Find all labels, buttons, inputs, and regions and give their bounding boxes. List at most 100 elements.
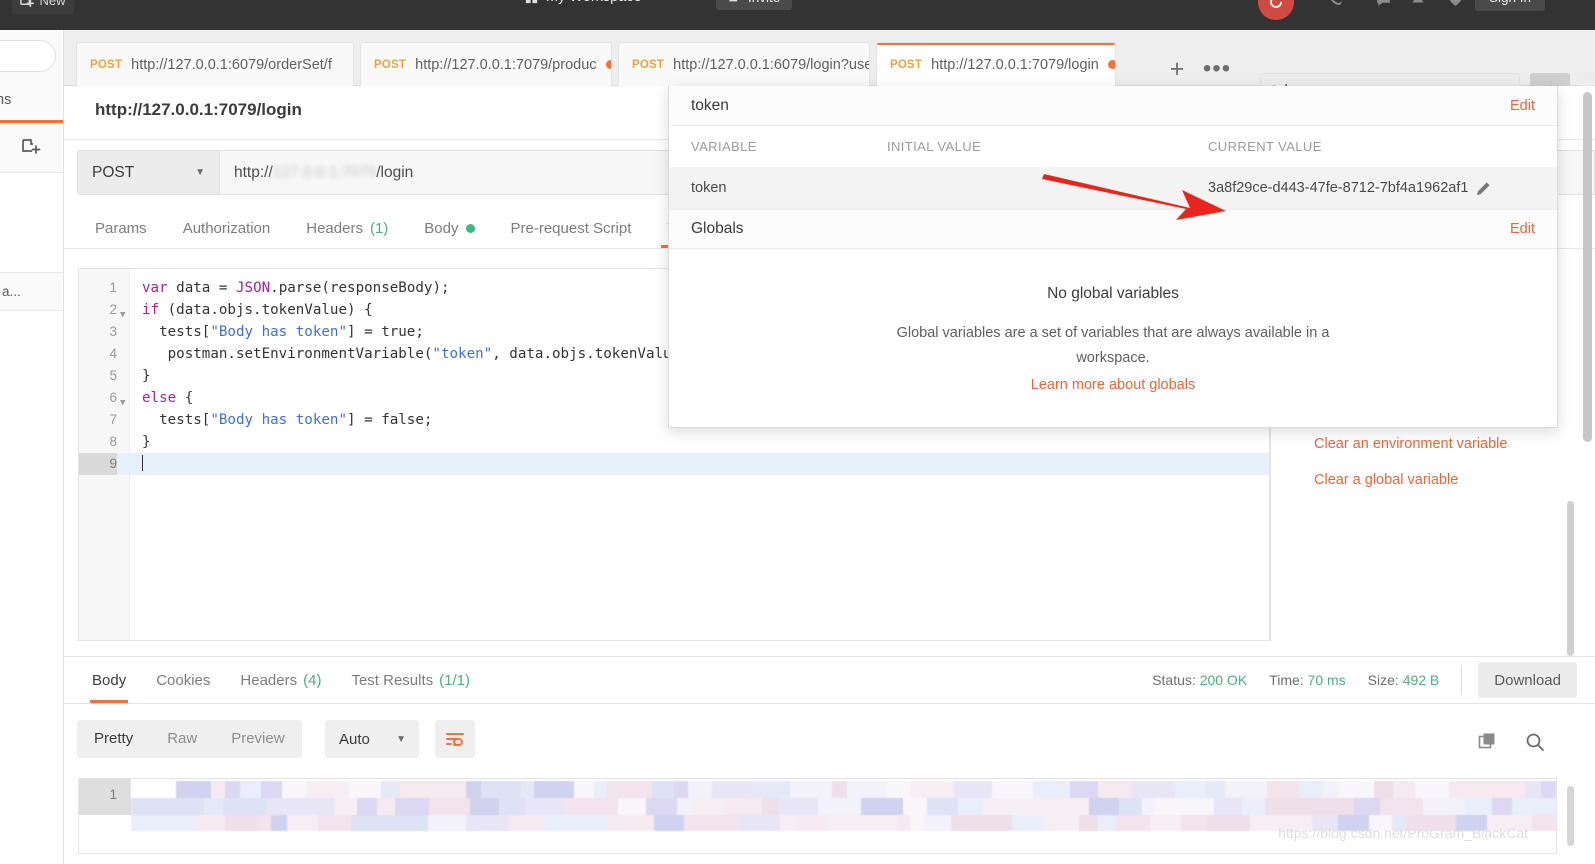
mosaic-cell: [847, 781, 888, 798]
text-cursor: [142, 455, 143, 471]
mosaic-cell: [596, 798, 618, 815]
mosaic-cell: [223, 798, 267, 815]
chevron-down-icon: ▼: [396, 733, 406, 745]
table-row[interactable]: token 3a8f29ce-d443-47fe-8712-7bf4a1962a…: [669, 167, 1557, 209]
globals-edit-link[interactable]: Edit: [1510, 221, 1535, 237]
heart-icon[interactable]: [1442, 0, 1468, 12]
phone-icon[interactable]: [1322, 0, 1348, 12]
response-tab-body[interactable]: Body: [77, 657, 141, 703]
response-body-scrollbar[interactable]: [1567, 786, 1574, 846]
response-body-viewer[interactable]: 1 { https://blog.csdn.net/ProGram_BlackC…: [78, 778, 1557, 854]
search-response-button[interactable]: [1525, 732, 1545, 757]
mosaic-cell: [499, 798, 526, 815]
mosaic-cell: [594, 781, 608, 798]
response-tab-headers[interactable]: Headers (4): [225, 657, 336, 703]
sync-icon[interactable]: [1258, 0, 1294, 20]
globals-header: Globals Edit: [669, 209, 1557, 249]
mosaic-cell: [1488, 781, 1525, 798]
http-method-select[interactable]: POST ▼: [77, 150, 220, 195]
unsaved-changes-dot: [1107, 60, 1115, 69]
mosaic-cell: [1044, 815, 1079, 831]
status-value: 200 OK: [1199, 672, 1248, 688]
request-tab-method: POST: [90, 58, 123, 71]
status-label: Status:: [1152, 672, 1196, 688]
mosaic-cell: [1354, 798, 1380, 815]
request-tab-url: http://127.0.0.1:6079/orderSet/f: [131, 56, 332, 73]
comment-icon[interactable]: [1370, 0, 1396, 12]
response-tab-test-results[interactable]: Test Results (1/1): [336, 657, 485, 703]
mosaic-cell: [1150, 815, 1182, 831]
view-mode-pretty[interactable]: Pretty: [77, 720, 150, 758]
mosaic-cell: [318, 815, 352, 831]
new-item-icon: [20, 0, 35, 7]
mosaic-cell: [1315, 798, 1355, 815]
mosaic-cell: [953, 781, 992, 798]
mosaic-cell: [149, 781, 176, 798]
edit-pencil-icon[interactable]: [1476, 181, 1491, 196]
new-folder-button[interactable]: [0, 123, 63, 173]
mosaic-cell: [429, 798, 470, 815]
download-button[interactable]: Download: [1478, 662, 1577, 698]
mosaic-cell: [543, 815, 581, 831]
mosaic-cell: [861, 798, 903, 815]
globals-empty-state: No global variables Global variables are…: [669, 249, 1557, 393]
copy-response-button[interactable]: [1478, 732, 1498, 757]
mosaic-cell: [1491, 798, 1512, 815]
globals-learn-more-link[interactable]: Learn more about globals: [669, 377, 1557, 393]
page-scrollbar-thumb[interactable]: [1583, 92, 1592, 442]
request-tab[interactable]: POST http://127.0.0.1:7079/produc: [360, 42, 612, 86]
mosaic-cell: [1141, 798, 1155, 815]
response-meta: Status: 200 OK Time: 70 ms Size: 492 B D…: [1152, 657, 1577, 703]
mosaic-cell: [203, 798, 224, 815]
request-subtab-headers[interactable]: Headers (1): [288, 208, 406, 248]
status-group: Status: 200 OK: [1152, 672, 1247, 688]
mosaic-cell: [434, 781, 466, 798]
environment-edit-link[interactable]: Edit: [1510, 98, 1535, 114]
response-format-select[interactable]: Auto ▼: [325, 720, 419, 758]
response-tab-label: Test Results: [351, 671, 434, 689]
word-wrap-button[interactable]: [435, 720, 475, 758]
snippets-scrollbar[interactable]: [1567, 501, 1574, 656]
request-subtab-authorization[interactable]: Authorization: [165, 208, 289, 248]
mosaic-cell: [428, 815, 467, 831]
view-mode-raw[interactable]: Raw: [150, 720, 214, 758]
body-present-dot: [465, 223, 475, 233]
mosaic-cell: [608, 815, 625, 831]
request-tab[interactable]: POST http://127.0.0.1:7079/login: [876, 42, 1116, 86]
snippet-item[interactable]: Clear a global variable: [1271, 462, 1557, 498]
sidebar-tab-collections-label[interactable]: ns: [0, 92, 11, 108]
request-subtab-params[interactable]: Params: [77, 208, 165, 248]
mosaic-cell: [818, 798, 862, 815]
mosaic-cell: [266, 798, 307, 815]
watermark: https://blog.csdn.net/ProGram_BlackCat: [1278, 825, 1528, 841]
request-tab[interactable]: POST http://127.0.0.1:6079/orderSet/f: [76, 42, 354, 86]
mosaic-cell: [1052, 798, 1089, 815]
signin-button[interactable]: Sign In: [1475, 0, 1546, 11]
mosaic-cell: [617, 798, 647, 815]
mosaic-cell: [1011, 798, 1053, 815]
request-tab-url: http://127.0.0.1:7079/login: [931, 56, 1099, 73]
sidebar-collection-item[interactable]: a...: [0, 273, 63, 311]
mosaic-cell: [1359, 781, 1374, 798]
mosaic-cell: [1205, 781, 1225, 798]
sidebar-search-input[interactable]: [0, 40, 56, 72]
request-tab-url: http://127.0.0.1:7079/produc: [415, 56, 597, 73]
request-subtab-pre-request-script[interactable]: Pre-request Script: [493, 208, 650, 248]
view-mode-preview[interactable]: Preview: [214, 720, 301, 758]
new-button[interactable]: New: [12, 0, 74, 14]
request-subtab-body[interactable]: Body: [406, 208, 492, 248]
workspace-selector[interactable]: My Workspace ▼: [524, 0, 660, 10]
mosaic-cell: [1119, 798, 1142, 815]
request-tab[interactable]: POST http://127.0.0.1:6079/login?user: [618, 42, 870, 86]
new-tab-button[interactable]: +: [1162, 54, 1192, 84]
mosaic-cell: [779, 798, 818, 815]
variable-current-value-cell: 3a8f29ce-d443-47fe-8712-7bf4a1962af1: [1192, 180, 1557, 196]
response-tab-cookies[interactable]: Cookies: [141, 657, 225, 703]
size-value: 492 B: [1402, 672, 1440, 688]
snippet-item[interactable]: Clear an environment variable: [1271, 426, 1557, 462]
tab-options-button[interactable]: •••: [1200, 54, 1234, 84]
column-header-variable: VARIABLE: [691, 139, 757, 154]
bell-icon[interactable]: [1405, 0, 1431, 12]
response-line-number: 1: [109, 787, 117, 802]
invite-button[interactable]: Invite: [716, 0, 793, 10]
